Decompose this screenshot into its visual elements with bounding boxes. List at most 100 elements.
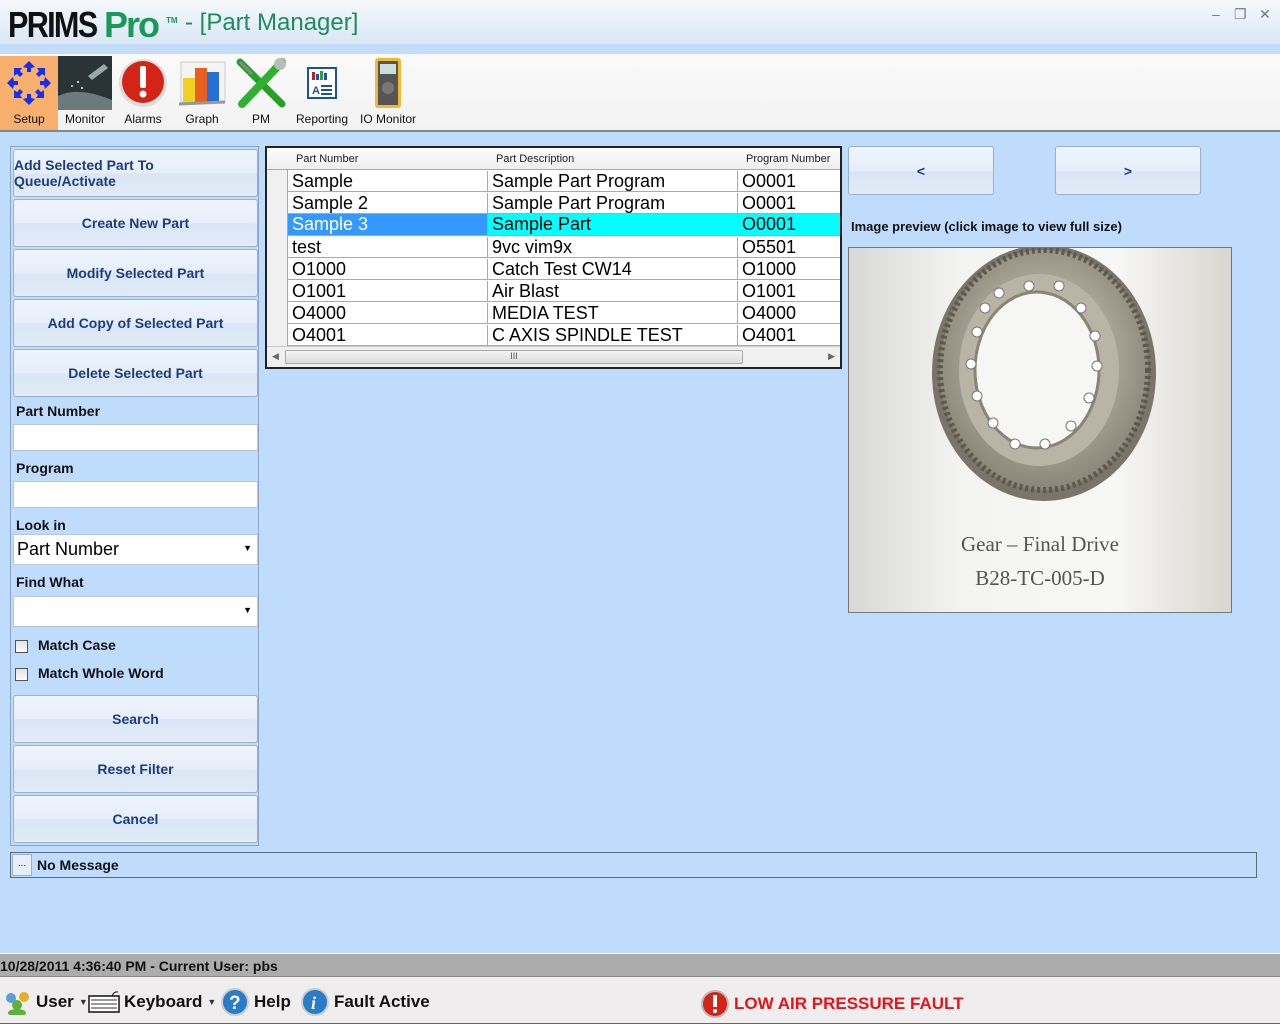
table-row[interactable]: O4000 MEDIA TEST O4000 bbox=[288, 302, 840, 324]
add-to-queue-button[interactable]: Add Selected Part To Queue/Activate bbox=[13, 149, 258, 197]
chevron-down-icon: ▼ bbox=[78, 997, 88, 1007]
help-button[interactable]: ? Help bbox=[220, 987, 291, 1017]
row-header-column bbox=[267, 148, 288, 346]
match-case-checkbox[interactable] bbox=[15, 640, 28, 653]
user-menu[interactable]: User ▼ bbox=[2, 987, 88, 1017]
column-header-part-number[interactable]: Part Number bbox=[296, 153, 358, 165]
match-whole-word-label: Match Whole Word bbox=[38, 665, 164, 681]
toolbar-setup[interactable]: Setup bbox=[0, 56, 58, 130]
cell-part-description: Sample Part Program bbox=[488, 193, 738, 214]
monitor-machining-icon bbox=[58, 56, 112, 110]
find-what-label: Find What bbox=[16, 574, 84, 590]
cell-part-number: O1000 bbox=[288, 259, 488, 280]
toolbar-pm[interactable]: PM bbox=[232, 56, 290, 130]
chevron-down-icon: ▼ bbox=[207, 997, 217, 1007]
cell-program-number: O5501 bbox=[742, 237, 797, 257]
reset-filter-button[interactable]: Reset Filter bbox=[13, 745, 258, 793]
message-text: No Message bbox=[37, 857, 119, 873]
cell-part-number: Sample 3 bbox=[288, 214, 488, 235]
previous-image-button[interactable]: < bbox=[848, 146, 994, 195]
prims-pro-logo: PRIMS Pro TM bbox=[8, 4, 178, 46]
preview-caption-code: B28-TC-005-D bbox=[975, 566, 1105, 590]
table-row[interactable]: O1000 Catch Test CW14 O1000 bbox=[288, 258, 840, 280]
modify-part-button[interactable]: Modify Selected Part bbox=[13, 249, 258, 297]
add-copy-part-button[interactable]: Add Copy of Selected Part bbox=[13, 299, 258, 347]
image-preview-label: Image preview (click image to view full … bbox=[851, 219, 1122, 234]
next-image-button[interactable]: > bbox=[1055, 146, 1201, 195]
restore-button[interactable]: ❐ bbox=[1234, 6, 1247, 23]
table-row[interactable]: Sample Sample Part Program O0001 bbox=[288, 170, 840, 192]
cell-part-description: Air Blast bbox=[488, 281, 738, 302]
look-in-dropdown[interactable]: Part Number ▼ bbox=[13, 534, 258, 565]
keyboard-icon bbox=[88, 991, 120, 1013]
toolbar-label: PM bbox=[252, 112, 270, 126]
search-button[interactable]: Search bbox=[13, 695, 258, 743]
window-title: - [Part Manager] bbox=[185, 9, 359, 36]
toolbar-monitor[interactable]: Monitor bbox=[56, 56, 114, 130]
toolbar-reporting[interactable]: A Reporting bbox=[292, 56, 352, 130]
cell-part-number: O4001 bbox=[288, 325, 488, 346]
close-button[interactable]: ✕ bbox=[1259, 6, 1271, 23]
scroll-right-icon[interactable]: ▶ bbox=[828, 351, 835, 362]
cell-program-number: O4000 bbox=[742, 303, 797, 323]
horizontal-scrollbar[interactable]: ◀ III ▶ bbox=[267, 346, 840, 367]
cell-part-number: O4000 bbox=[288, 303, 488, 324]
part-number-input[interactable] bbox=[13, 424, 258, 451]
look-in-label: Look in bbox=[16, 517, 66, 533]
svg-text:i: i bbox=[311, 993, 316, 1013]
delete-part-button[interactable]: Delete Selected Part bbox=[13, 349, 258, 397]
toolbar-alarms[interactable]: Alarms bbox=[114, 56, 172, 130]
part-number-label: Part Number bbox=[16, 403, 101, 419]
bar-graph-icon bbox=[175, 56, 229, 110]
toolbar-label: IO Monitor bbox=[359, 112, 416, 126]
program-input[interactable] bbox=[13, 481, 258, 508]
user-label: User bbox=[36, 992, 74, 1011]
table-row[interactable]: test 9vc vim9x O5501 bbox=[288, 236, 840, 258]
cell-part-number: O1001 bbox=[288, 281, 488, 302]
help-icon: ? bbox=[221, 988, 249, 1016]
users-icon bbox=[6, 992, 29, 1015]
cell-part-number: Sample bbox=[288, 171, 488, 192]
cancel-button[interactable]: Cancel bbox=[13, 795, 258, 843]
svg-text:?: ? bbox=[229, 993, 241, 1014]
create-new-part-button[interactable]: Create New Part bbox=[13, 199, 258, 247]
fault-message: LOW AIR PRESSURE FAULT bbox=[734, 994, 964, 1013]
parts-table: Part Number Part Description Program Num… bbox=[265, 146, 842, 369]
table-row[interactable]: O1001 Air Blast O1001 bbox=[288, 280, 840, 302]
status-bar: 10/28/2011 4:36:40 PM - Current User: pb… bbox=[0, 953, 1280, 977]
fault-active-button[interactable]: i Fault Active bbox=[300, 987, 430, 1017]
scroll-left-icon[interactable]: ◀ bbox=[272, 351, 279, 362]
cell-part-description: Sample Part Program bbox=[488, 171, 738, 192]
minimize-button[interactable]: – bbox=[1212, 6, 1220, 22]
column-header-part-description[interactable]: Part Description bbox=[496, 153, 574, 165]
table-row[interactable]: Sample 2 Sample Part Program O0001 bbox=[288, 192, 840, 214]
logo-trademark: TM bbox=[166, 16, 178, 25]
table-row[interactable]: Sample 3 Sample Part O0001 bbox=[288, 214, 840, 236]
alarm-exclamation-icon bbox=[116, 56, 170, 110]
match-whole-word-checkbox[interactable] bbox=[15, 668, 28, 681]
message-details-button[interactable]: ... bbox=[12, 854, 32, 876]
toolbar-io-monitor[interactable]: IO Monitor bbox=[356, 56, 420, 130]
cell-part-description: 9vc vim9x bbox=[488, 237, 738, 258]
report-icon: A bbox=[295, 56, 349, 110]
find-what-dropdown[interactable]: ▼ bbox=[13, 596, 258, 627]
column-header-program-number[interactable]: Program Number bbox=[746, 153, 830, 165]
preview-caption-title: Gear – Final Drive bbox=[960, 532, 1120, 556]
part-image-preview[interactable]: Gear – Final Drive B28-TC-005-D bbox=[848, 247, 1232, 613]
keyboard-menu[interactable]: Keyboard ▼ bbox=[88, 987, 216, 1017]
cell-program-number: O0001 bbox=[738, 214, 840, 235]
chevron-down-icon: ▼ bbox=[243, 605, 252, 615]
scrollbar-thumb[interactable]: III bbox=[285, 350, 743, 364]
logo-pro-text: Pro bbox=[104, 4, 160, 45]
fault-indicator[interactable]: LOW AIR PRESSURE FAULT bbox=[700, 989, 964, 1019]
svg-text:A: A bbox=[312, 85, 320, 97]
toolbar-label: Reporting bbox=[295, 112, 349, 126]
cell-part-number: Sample 2 bbox=[288, 193, 488, 214]
bottom-bar: User ▼ Keyboard ▼ ? Help i Fault Active … bbox=[0, 977, 1280, 1024]
cell-part-description: Sample Part bbox=[488, 214, 738, 235]
cell-program-number: O1000 bbox=[742, 259, 797, 279]
table-row[interactable]: O4001 C AXIS SPINDLE TEST O4001 bbox=[288, 324, 840, 346]
toolbar-graph[interactable]: Graph bbox=[173, 56, 231, 130]
cell-part-description: C AXIS SPINDLE TEST bbox=[488, 325, 738, 346]
message-bar: ... No Message bbox=[10, 852, 1257, 878]
